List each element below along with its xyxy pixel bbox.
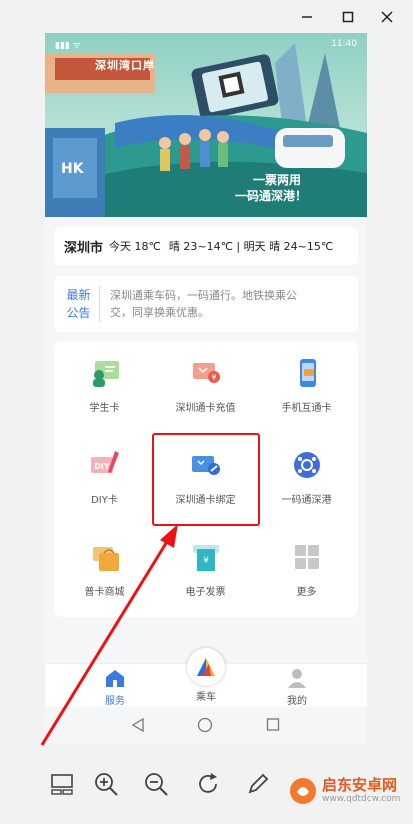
status-time: 11:40 xyxy=(331,39,357,49)
annotation-arrow xyxy=(40,524,178,746)
rotate-icon[interactable] xyxy=(194,770,222,798)
image-viewer-window: ▮▮▮ ᯤ 11:40 深圳湾口岸 HK 一票两用 一码通深港！ 深圳市 今天 … xyxy=(0,0,413,824)
thumbnail-view-icon[interactable] xyxy=(48,770,76,798)
watermark-name: 启东安卓网 xyxy=(322,776,398,794)
zoom-out-icon[interactable] xyxy=(142,770,170,798)
watermark: 启东安卓网 www.qdtdcw.com xyxy=(288,776,400,806)
zoom-in-icon[interactable] xyxy=(92,770,120,798)
watermark-url: www.qdtdcw.com xyxy=(322,794,401,804)
signal-icon: ▮▮▮ ᯤ xyxy=(55,40,81,51)
edit-pencil-icon[interactable] xyxy=(244,770,272,798)
phone-status-bar: ▮▮▮ ᯤ 11:40 xyxy=(45,33,367,55)
watermark-logo-icon xyxy=(290,778,316,804)
